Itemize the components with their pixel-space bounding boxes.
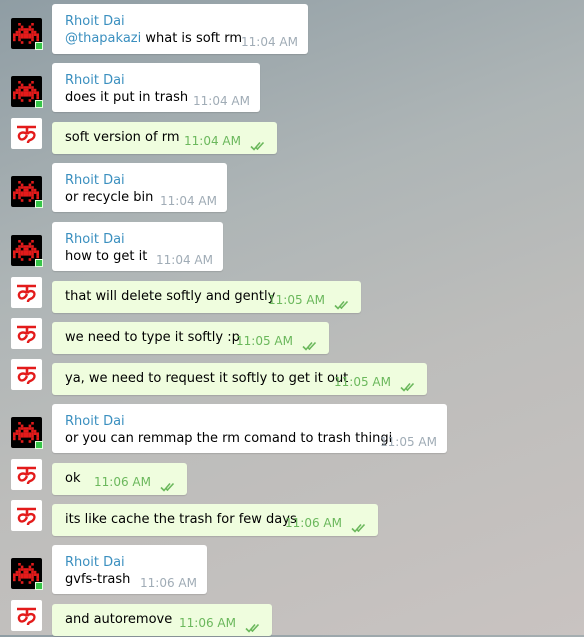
message-timestamp: 11:05 AM: [380, 435, 437, 449]
outgoing-message[interactable]: soft version of rm 11:04 AM: [0, 118, 584, 154]
message-bubble[interactable]: its like cache the trash for few days 11:…: [52, 504, 378, 536]
sender-name[interactable]: Rhoit Dai: [65, 555, 125, 570]
outgoing-message[interactable]: that will delete softly and gently 11:05 …: [0, 277, 584, 313]
read-double-check-icon: [250, 136, 268, 155]
message-timestamp: 11:06 AM: [94, 475, 151, 489]
incoming-message[interactable]: Rhoit Dai how to get it 11:04 AM: [0, 222, 584, 271]
message-bubble[interactable]: ya, we need to request it softly to get …: [52, 363, 427, 395]
online-status-icon: [35, 441, 43, 449]
message-bubble[interactable]: we need to type it softly :p 11:05 AM: [52, 322, 329, 354]
message-timestamp: 11:04 AM: [193, 94, 250, 108]
message-text: gvfs-trash: [65, 572, 131, 587]
message-bubble[interactable]: ok 11:06 AM: [52, 463, 187, 495]
outgoing-message[interactable]: we need to type it softly :p 11:05 AM: [0, 318, 584, 354]
chat-history[interactable]: Rhoit Dai @thapakazi what is soft rm 11:04…: [0, 0, 584, 636]
space-invader-icon[interactable]: [11, 235, 43, 267]
space-invader-icon[interactable]: [11, 417, 43, 449]
message-bubble[interactable]: that will delete softly and gently 11:05 …: [52, 281, 361, 313]
read-double-check-icon: [245, 618, 263, 637]
read-double-check-icon: [160, 477, 178, 496]
sender-name[interactable]: Rhoit Dai: [65, 414, 125, 429]
sender-name[interactable]: Rhoit Dai: [65, 14, 125, 29]
devanagari-ka-icon[interactable]: [11, 118, 42, 149]
message-bubble[interactable]: Rhoit Dai or recycle bin 11:04 AM: [52, 163, 227, 212]
message-timestamp: 11:04 AM: [241, 35, 298, 49]
space-invader-icon[interactable]: [11, 558, 43, 590]
message-bubble[interactable]: Rhoit Dai @thapakazi what is soft rm 11:04…: [52, 4, 308, 54]
message-text: ok: [65, 471, 81, 486]
outgoing-message[interactable]: ya, we need to request it softly to get …: [0, 359, 584, 395]
message-timestamp: 11:04 AM: [160, 194, 217, 208]
devanagari-ka-icon[interactable]: [11, 500, 42, 531]
incoming-message[interactable]: Rhoit Dai does it put in trash 11:04 AM: [0, 63, 584, 112]
read-double-check-icon: [302, 336, 320, 355]
message-timestamp: 11:05 AM: [236, 334, 293, 348]
devanagari-ka-icon[interactable]: [11, 600, 42, 631]
online-status-icon: [35, 100, 43, 108]
space-invader-icon[interactable]: [11, 76, 43, 108]
message-timestamp: 11:04 AM: [156, 253, 213, 267]
sender-name[interactable]: Rhoit Dai: [65, 73, 125, 88]
incoming-message[interactable]: Rhoit Dai gvfs-trash 11:06 AM: [0, 545, 584, 594]
read-double-check-icon: [351, 518, 369, 537]
online-status-icon: [35, 259, 43, 267]
space-invader-icon[interactable]: [11, 18, 43, 50]
devanagari-ka-icon[interactable]: [11, 277, 42, 308]
user-mention-link[interactable]: @thapakazi: [65, 31, 141, 46]
message-bubble[interactable]: soft version of rm 11:04 AM: [52, 122, 277, 154]
outgoing-message[interactable]: and autoremove 11:06 AM: [0, 600, 584, 636]
message-timestamp: 11:06 AM: [140, 576, 197, 590]
message-text: its like cache the trash for few days: [65, 512, 297, 527]
message-bubble[interactable]: and autoremove 11:06 AM: [52, 604, 272, 636]
message-text: we need to type it softly :p: [65, 330, 240, 345]
message-text: or you can remmap the rm comand to trash…: [65, 431, 393, 446]
sender-name[interactable]: Rhoit Dai: [65, 173, 125, 188]
message-text: or recycle bin: [65, 190, 154, 205]
incoming-message[interactable]: Rhoit Dai or you can remmap the rm comand…: [0, 404, 584, 453]
incoming-message[interactable]: Rhoit Dai @thapakazi what is soft rm 11:04…: [0, 4, 584, 54]
online-status-icon: [35, 42, 43, 50]
read-double-check-icon: [400, 377, 418, 396]
message-text: @thapakazi what is soft rm: [65, 31, 242, 46]
message-timestamp: 11:05 AM: [268, 293, 325, 307]
read-double-check-icon: [334, 295, 352, 314]
outgoing-message[interactable]: its like cache the trash for few days 11:…: [0, 500, 584, 536]
incoming-message[interactable]: Rhoit Dai or recycle bin 11:04 AM: [0, 163, 584, 212]
sender-name[interactable]: Rhoit Dai: [65, 232, 125, 247]
message-text: how to get it: [65, 249, 148, 264]
message-timestamp: 11:04 AM: [184, 134, 241, 148]
message-timestamp: 11:05 AM: [334, 375, 391, 389]
devanagari-ka-icon[interactable]: [11, 459, 42, 490]
message-bubble[interactable]: Rhoit Dai or you can remmap the rm comand…: [52, 404, 447, 453]
message-text: does it put in trash: [65, 90, 189, 105]
message-text: that will delete softly and gently: [65, 289, 276, 304]
message-bubble[interactable]: Rhoit Dai does it put in trash 11:04 AM: [52, 63, 260, 112]
message-text-rest: what is soft rm: [141, 31, 243, 46]
message-text: soft version of rm: [65, 130, 180, 145]
devanagari-ka-icon[interactable]: [11, 359, 42, 390]
outgoing-message[interactable]: ok 11:06 AM: [0, 459, 584, 495]
message-timestamp: 11:06 AM: [285, 516, 342, 530]
message-timestamp: 11:06 AM: [179, 616, 236, 630]
space-invader-icon[interactable]: [11, 176, 43, 208]
online-status-icon: [35, 582, 43, 590]
devanagari-ka-icon[interactable]: [11, 318, 42, 349]
message-text: ya, we need to request it softly to get …: [65, 371, 349, 386]
message-bubble[interactable]: Rhoit Dai gvfs-trash 11:06 AM: [52, 545, 207, 594]
online-status-icon: [35, 200, 43, 208]
message-text: and autoremove: [65, 612, 173, 627]
message-bubble[interactable]: Rhoit Dai how to get it 11:04 AM: [52, 222, 223, 271]
